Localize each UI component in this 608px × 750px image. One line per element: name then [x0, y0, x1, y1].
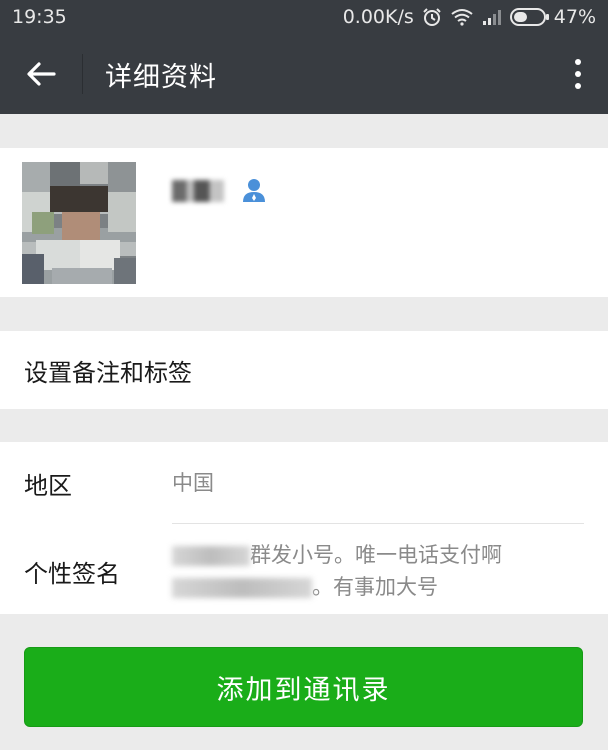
redacted-text: [172, 546, 250, 566]
info-card: 地区 中国 个性签名 群发小号。唯一电话支付啊 。有事加大号: [0, 442, 608, 614]
region-row: 地区 中国: [24, 442, 584, 524]
redacted-text: [172, 578, 312, 598]
back-button[interactable]: [0, 34, 82, 114]
battery-percent: 47%: [553, 6, 596, 28]
app-bar: 详细资料: [0, 34, 608, 114]
status-indicators: 0.00K/s 47%: [343, 6, 596, 28]
arrow-left-icon: [27, 62, 56, 86]
more-options-button[interactable]: [548, 34, 608, 114]
set-remark-label: 设置备注和标签: [24, 358, 192, 387]
signature-row: 个性签名 群发小号。唯一电话支付啊 。有事加大号: [24, 528, 584, 614]
avatar[interactable]: [22, 162, 136, 284]
page-title: 详细资料: [105, 61, 217, 93]
signature-value: 群发小号。唯一电话支付啊 。有事加大号: [172, 539, 552, 603]
signature-label: 个性签名: [24, 559, 120, 588]
battery-level: [513, 12, 527, 22]
region-value: 中国: [172, 471, 214, 495]
signature-line-2: 。有事加大号: [172, 571, 552, 603]
wifi-icon: [450, 8, 474, 26]
set-remark-row[interactable]: 设置备注和标签: [0, 331, 608, 409]
signature-line-1: 群发小号。唯一电话支付啊: [172, 539, 552, 571]
more-vertical-icon: [575, 59, 581, 65]
region-label: 地区: [24, 471, 72, 500]
network-speed: 0.00K/s: [342, 6, 414, 28]
status-bar: 19:35 0.00K/s 47%: [0, 0, 608, 34]
row-divider: [172, 523, 584, 524]
alarm-icon: [422, 7, 442, 27]
add-to-contacts-button[interactable]: 添加到通讯录: [24, 647, 583, 727]
app-bar-divider: [82, 54, 83, 94]
nickname-redacted: [172, 180, 224, 202]
profile-card: [0, 148, 608, 297]
status-time: 19:35: [12, 6, 67, 28]
signal-icon: [482, 9, 502, 25]
battery-icon: [509, 8, 549, 26]
person-icon: [240, 176, 268, 208]
